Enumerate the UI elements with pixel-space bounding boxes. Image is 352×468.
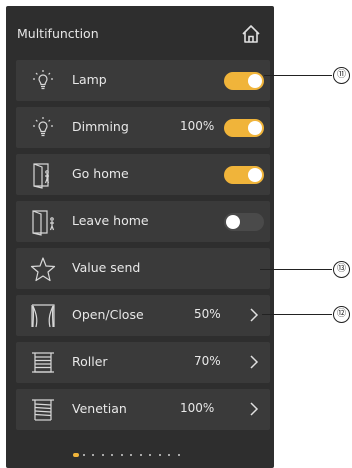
venetian-icon	[32, 399, 54, 421]
toggle-knob	[248, 74, 262, 88]
page-indicator[interactable]	[6, 451, 274, 459]
page-dot[interactable]	[168, 454, 170, 456]
row-label: Lamp	[72, 72, 107, 87]
row-dimming[interactable]: Dimming 100%	[16, 107, 270, 148]
row-lamp[interactable]: Lamp	[16, 60, 270, 101]
row-open-close[interactable]: Open/Close 50%	[16, 295, 270, 336]
row-label: Value send	[72, 260, 141, 275]
row-roller[interactable]: Roller 70%	[16, 342, 270, 383]
function-list: Lamp Dimming 100% Go home Leave home Val…	[16, 60, 270, 436]
row-label: Venetian	[72, 401, 127, 416]
page-dot[interactable]	[130, 454, 132, 456]
star-icon	[30, 257, 56, 282]
page-dot[interactable]	[82, 454, 85, 456]
page-dot[interactable]	[139, 454, 142, 456]
lamp-icon	[33, 117, 53, 137]
page-dot[interactable]	[177, 454, 180, 456]
row-venetian[interactable]: Venetian 100%	[16, 389, 270, 430]
roller-icon	[32, 352, 54, 373]
page-dot[interactable]	[149, 454, 151, 456]
roller-value: 70%	[194, 354, 221, 368]
callout-11: ⑪	[333, 67, 350, 84]
chevron-right-icon[interactable]	[248, 307, 260, 323]
page-dot[interactable]	[120, 454, 123, 456]
page-title: Multifunction	[17, 26, 99, 41]
callout-12: ⑫	[333, 306, 350, 323]
row-leave-home[interactable]: Leave home	[16, 201, 270, 242]
callout-line-11	[264, 75, 332, 76]
lamp-toggle[interactable]	[224, 72, 264, 90]
multifunction-panel: Multifunction Lamp Dimming 100% Go home …	[6, 6, 274, 468]
row-label: Leave home	[72, 213, 149, 228]
callout-line-12	[262, 314, 332, 315]
go-home-toggle[interactable]	[224, 166, 264, 184]
row-go-home[interactable]: Go home	[16, 154, 270, 195]
page-dot-active[interactable]	[73, 453, 79, 457]
page-dot[interactable]	[101, 454, 104, 456]
row-value-send[interactable]: Value send	[16, 248, 270, 289]
dimming-value: 100%	[180, 119, 215, 133]
callout-13: ⑬	[333, 261, 350, 278]
chevron-right-icon[interactable]	[248, 401, 260, 417]
leave-home-toggle[interactable]	[224, 213, 264, 231]
home-icon[interactable]	[240, 23, 262, 45]
venetian-value: 100%	[180, 401, 215, 415]
dimming-toggle[interactable]	[224, 119, 264, 137]
toggle-knob	[226, 215, 240, 229]
row-label: Open/Close	[72, 307, 144, 322]
page-dot[interactable]	[92, 454, 94, 456]
row-label: Roller	[72, 354, 108, 369]
lamp-icon	[33, 70, 53, 90]
page-dot[interactable]	[158, 454, 161, 456]
door-enter-icon	[33, 163, 50, 189]
chevron-right-icon[interactable]	[248, 354, 260, 370]
callout-line-13	[260, 269, 332, 270]
row-label: Go home	[72, 166, 129, 181]
toggle-knob	[248, 121, 262, 135]
door-leave-icon	[32, 210, 55, 236]
page-dot[interactable]	[111, 454, 113, 456]
header: Multifunction	[6, 6, 274, 58]
row-label: Dimming	[72, 119, 129, 134]
curtain-icon	[31, 304, 55, 328]
open-close-value: 50%	[194, 307, 221, 321]
toggle-knob	[248, 168, 262, 182]
